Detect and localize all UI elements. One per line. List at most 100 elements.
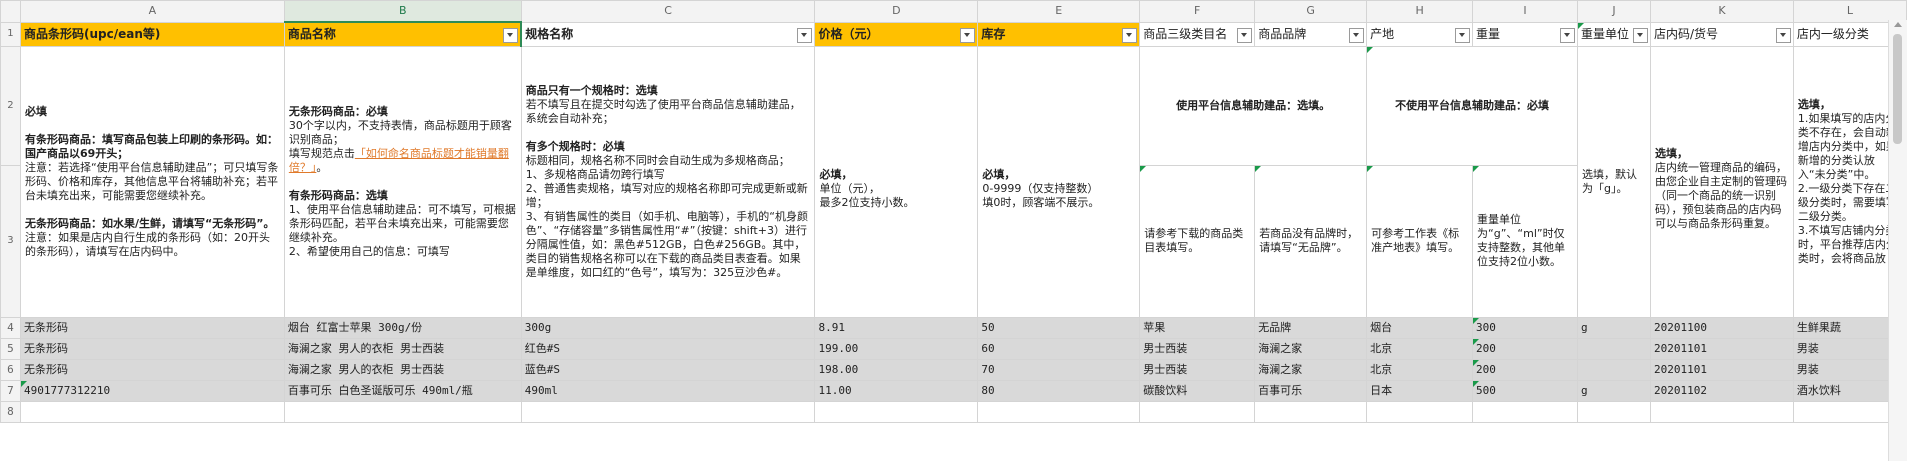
cell-product-name[interactable]: 烟台 红富士苹果 300g/份 bbox=[283, 316, 522, 339]
cell-product-name[interactable]: 海澜之家 男人的衣柜 男士西装 bbox=[283, 358, 522, 381]
header-cell-weight[interactable]: 重量 bbox=[1472, 21, 1579, 47]
cell-brand[interactable]: 百事可乐 bbox=[1254, 379, 1368, 402]
cell-store-code[interactable]: 20201102 bbox=[1650, 379, 1794, 402]
desc-cell-D[interactable]: 必填， 单位（元）， 最多2位支持小数。 bbox=[814, 45, 979, 318]
filter-dropdown-icon[interactable] bbox=[1455, 27, 1471, 43]
cell-barcode[interactable] bbox=[19, 400, 285, 423]
row-number[interactable]: 4 bbox=[0, 316, 21, 339]
cell-stock[interactable]: 50 bbox=[977, 316, 1141, 339]
desc-cell-J[interactable]: 选填，默认为「g」。 bbox=[1577, 45, 1651, 318]
cell-store-code[interactable]: 20201100 bbox=[1650, 316, 1794, 339]
cell-category[interactable]: 碳酸饮料 bbox=[1139, 379, 1256, 402]
column-header-J[interactable]: J bbox=[1577, 0, 1651, 23]
cell-weight[interactable] bbox=[1472, 400, 1579, 423]
vertical-scrollbar[interactable] bbox=[1888, 20, 1907, 461]
filter-dropdown-icon[interactable] bbox=[1633, 27, 1648, 43]
cell-spec-name[interactable]: 300g bbox=[520, 316, 816, 339]
row-number[interactable]: 3 bbox=[0, 164, 21, 318]
row-number[interactable]: 6 bbox=[0, 358, 21, 381]
cell-stock[interactable]: 70 bbox=[977, 358, 1141, 381]
cell-price[interactable]: 199.00 bbox=[814, 337, 979, 360]
cell-brand[interactable]: 海澜之家 bbox=[1254, 337, 1368, 360]
desc-cell-HI-top[interactable]: 不使用平台信息辅助建品：必填 bbox=[1366, 45, 1579, 166]
desc-cell-B[interactable]: 无条形码商品：必填 30个字以内，不支持表情，商品标题用于顾客识别商品； 填写规… bbox=[283, 45, 522, 318]
header-cell-origin[interactable]: 产地 bbox=[1366, 21, 1474, 47]
cell-barcode[interactable]: 4901777312210 bbox=[19, 379, 285, 402]
cell-origin[interactable]: 日本 bbox=[1366, 379, 1474, 402]
desc-cell-G[interactable]: 若商品没有品牌时，请填写“无品牌”。 bbox=[1254, 164, 1368, 318]
cell-origin[interactable]: 北京 bbox=[1366, 358, 1474, 381]
cell-price[interactable]: 11.00 bbox=[814, 379, 979, 402]
cell-price[interactable]: 198.00 bbox=[814, 358, 979, 381]
row-number[interactable]: 2 bbox=[0, 45, 21, 166]
cell-store-code[interactable]: 20201101 bbox=[1650, 358, 1794, 381]
cell-weight[interactable]: 300 bbox=[1472, 316, 1579, 339]
cell-weight-unit[interactable] bbox=[1577, 337, 1651, 360]
cell-stock[interactable]: 80 bbox=[977, 379, 1141, 402]
cell-origin[interactable]: 烟台 bbox=[1366, 316, 1474, 339]
cell-weight-unit[interactable] bbox=[1577, 358, 1651, 381]
scroll-up-arrow-icon[interactable] bbox=[1894, 22, 1902, 27]
desc-cell-K[interactable]: 选填， 店内统一管理商品的编码，由您企业自主定制的管理码（同一个商品的统一识别码… bbox=[1650, 45, 1794, 318]
cell-product-name[interactable]: 海澜之家 男人的衣柜 男士西装 bbox=[283, 337, 522, 360]
cell-weight-unit[interactable] bbox=[1577, 400, 1651, 423]
filter-dropdown-icon[interactable] bbox=[1775, 27, 1791, 43]
cell-weight[interactable]: 500 bbox=[1472, 379, 1579, 402]
cell-weight[interactable]: 200 bbox=[1472, 337, 1579, 360]
cell-weight-unit[interactable]: g bbox=[1577, 379, 1651, 402]
cell-barcode[interactable]: 无条形码 bbox=[19, 316, 285, 339]
cell-barcode[interactable]: 无条形码 bbox=[19, 358, 285, 381]
desc-cell-E[interactable]: 必填， 0-9999（仅支持整数） 填0时，顾客端不展示。 bbox=[977, 45, 1141, 318]
column-header-L[interactable]: L bbox=[1792, 0, 1907, 23]
cell-store-code[interactable] bbox=[1650, 400, 1794, 423]
cell-category[interactable]: 苹果 bbox=[1139, 316, 1256, 339]
cell-price[interactable] bbox=[814, 400, 979, 423]
row-number[interactable]: 1 bbox=[0, 21, 21, 47]
cell-price[interactable]: 8.91 bbox=[814, 316, 979, 339]
header-cell-stock[interactable]: 库存 bbox=[977, 21, 1141, 47]
cell-weight[interactable]: 200 bbox=[1472, 358, 1579, 381]
cell-spec-name[interactable]: 蓝色#S bbox=[520, 358, 816, 381]
cell-weight-unit[interactable]: g bbox=[1577, 316, 1651, 339]
column-header-H[interactable]: H bbox=[1366, 0, 1474, 23]
cell-spec-name[interactable] bbox=[520, 400, 816, 423]
cell-brand[interactable]: 海澜之家 bbox=[1254, 358, 1368, 381]
desc-cell-H[interactable]: 可参考工作表《标准产地表》填写。 bbox=[1366, 164, 1474, 318]
header-cell-store-code[interactable]: 店内码/货号 bbox=[1650, 21, 1794, 47]
filter-dropdown-icon[interactable] bbox=[503, 28, 519, 43]
filter-dropdown-icon[interactable] bbox=[960, 27, 976, 43]
desc-cell-A[interactable]: 必填 有条形码商品：填写商品包装上印刷的条形码。如：国产商品以69开头； 注意：… bbox=[19, 45, 285, 318]
column-header-K[interactable]: K bbox=[1650, 0, 1794, 23]
cell-spec-name[interactable]: 490ml bbox=[520, 379, 816, 402]
cell-stock[interactable]: 60 bbox=[977, 337, 1141, 360]
cell-origin[interactable]: 北京 bbox=[1366, 337, 1474, 360]
column-header-G[interactable]: G bbox=[1254, 0, 1368, 23]
cell-product-name[interactable] bbox=[283, 400, 522, 423]
cell-stock[interactable] bbox=[977, 400, 1141, 423]
filter-dropdown-icon[interactable] bbox=[1237, 27, 1253, 43]
row-number[interactable]: 5 bbox=[0, 337, 21, 360]
column-header-E[interactable]: E bbox=[977, 0, 1141, 23]
cell-category[interactable]: 男士西装 bbox=[1139, 337, 1256, 360]
cell-store-code[interactable]: 20201101 bbox=[1650, 337, 1794, 360]
column-header-B[interactable]: B bbox=[283, 0, 522, 23]
row-number[interactable]: 8 bbox=[0, 400, 21, 423]
cell-origin[interactable] bbox=[1366, 400, 1474, 423]
column-header-D[interactable]: D bbox=[814, 0, 979, 23]
header-cell-price[interactable]: 价格（元） bbox=[814, 21, 979, 47]
column-header-C[interactable]: C bbox=[520, 0, 816, 23]
filter-dropdown-icon[interactable] bbox=[797, 27, 813, 43]
filter-dropdown-icon[interactable] bbox=[1560, 27, 1576, 43]
cell-product-name[interactable]: 百事可乐 白色圣诞版可乐 490ml/瓶 bbox=[283, 379, 522, 402]
cell-brand[interactable]: 无品牌 bbox=[1254, 316, 1368, 339]
column-header-A[interactable]: A bbox=[19, 0, 285, 23]
header-cell-product-name[interactable]: 商品名称 bbox=[283, 21, 522, 47]
cell-spec-name[interactable]: 红色#S bbox=[520, 337, 816, 360]
desc-cell-FG-top[interactable]: 使用平台信息辅助建品：选填。 bbox=[1139, 45, 1368, 166]
column-header-I[interactable]: I bbox=[1472, 0, 1579, 23]
header-cell-barcode[interactable]: 商品条形码(upc/ean等) bbox=[19, 21, 285, 47]
cell-category[interactable]: 男士西装 bbox=[1139, 358, 1256, 381]
desc-cell-C[interactable]: 商品只有一个规格时：选填 若不填写且在提交时勾选了使用平台商品信息辅助建品，系统… bbox=[520, 45, 816, 318]
select-all-corner[interactable] bbox=[0, 0, 21, 23]
desc-cell-F[interactable]: 请参考下载的商品类目表填写。 bbox=[1139, 164, 1256, 318]
